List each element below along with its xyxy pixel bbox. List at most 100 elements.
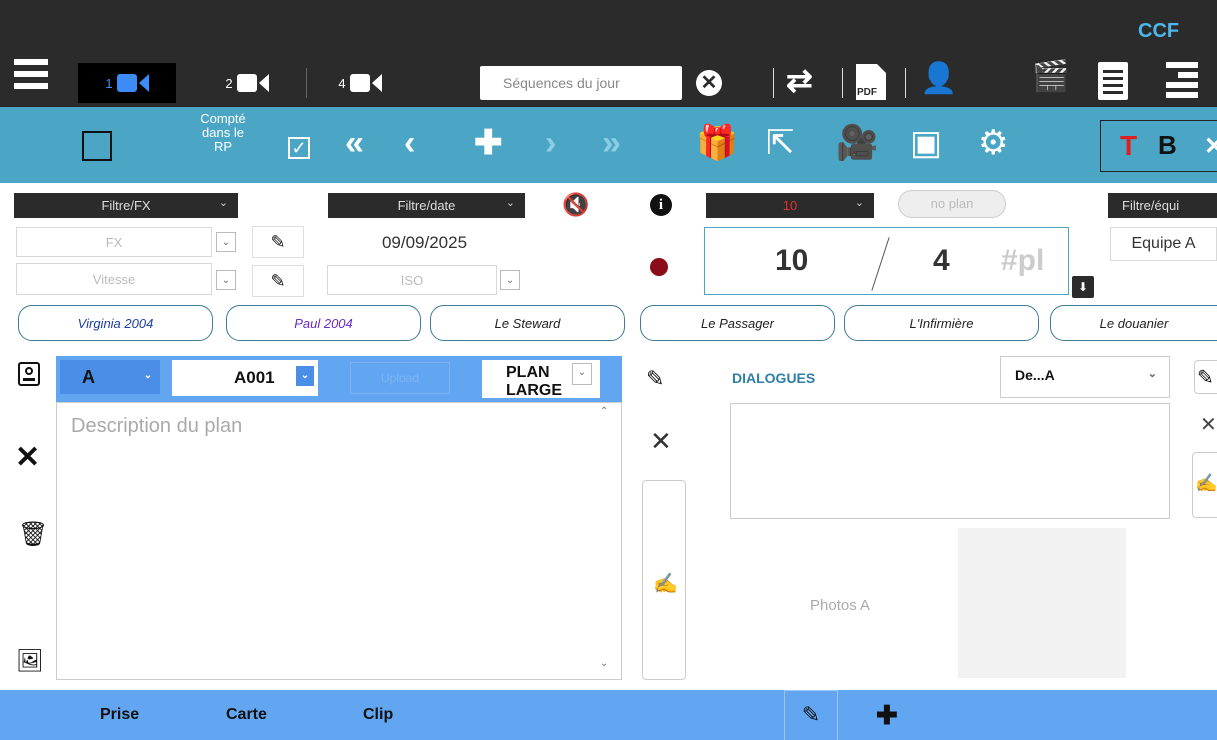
no-plan-button[interactable]: no plan [898, 190, 1006, 218]
character-steward[interactable]: Le Steward [430, 305, 625, 341]
swap-icon[interactable]: ⇄ [786, 64, 813, 96]
character-douanier[interactable]: Le douanier [1050, 305, 1217, 341]
camera-1-number: 1 [105, 75, 113, 91]
counter-value-a: 10 [775, 244, 809, 277]
record-icon[interactable] [650, 258, 668, 276]
clapperboard-icon[interactable]: 🎬 [1032, 62, 1069, 92]
scroll-up-icon[interactable]: ⌃ [600, 406, 608, 417]
clear-dialogue-icon[interactable]: ✕ [1200, 412, 1217, 437]
contact-card-icon[interactable] [18, 362, 40, 386]
plan-counter: 10 4 #pl [704, 227, 1069, 295]
chevron-down-icon: ⌄ [854, 197, 864, 209]
trash-icon[interactable]: 🗑 [18, 520, 48, 549]
menu-icon[interactable] [14, 56, 54, 96]
next-icon[interactable]: › [545, 126, 556, 160]
character-passager[interactable]: Le Passager [640, 305, 835, 341]
gift-icon[interactable]: 🎁 [696, 126, 738, 160]
dialogue-range-select[interactable]: De...A ⌄ [1000, 356, 1170, 398]
clear-search-icon[interactable]: ✕ [696, 70, 722, 96]
clip-tab[interactable]: Clip [363, 706, 393, 724]
character-paul[interactable]: Paul 2004 [226, 305, 421, 341]
sequences-search-input[interactable]: Séquences du jour [480, 66, 682, 100]
video-camera-icon [116, 74, 137, 92]
pdf-icon[interactable]: PDF [856, 64, 886, 100]
edit-take-icon[interactable]: ✎ [784, 690, 838, 740]
edit-dialogue-icon[interactable]: ✎ [1194, 360, 1217, 394]
divider [905, 68, 906, 98]
close-icon[interactable]: ✕ [15, 440, 40, 475]
scroll-down-icon[interactable]: ⌄ [600, 658, 608, 669]
counter-slash [871, 237, 890, 291]
plan-type-select[interactable]: ⌄ [572, 363, 592, 385]
add-icon[interactable]: ✚ [474, 126, 503, 160]
align-right-icon[interactable] [1160, 60, 1200, 100]
dialogue-textarea[interactable] [730, 403, 1170, 519]
vitesse-field[interactable]: Vitesse [16, 263, 212, 295]
chevron-down-icon: ⌄ [218, 197, 228, 209]
user-settings-icon[interactable]: 👤 [920, 64, 957, 94]
close-format-icon[interactable]: ✕ [1204, 132, 1217, 161]
mute-icon[interactable]: 🔇 [562, 192, 589, 218]
iso-field[interactable]: ISO [327, 265, 497, 295]
plan-letter: A [82, 367, 95, 387]
description-placeholder: Description du plan [71, 415, 243, 437]
first-icon[interactable]: « [345, 126, 364, 160]
fx-select-button[interactable]: ⌄ [216, 232, 236, 252]
divider [306, 68, 307, 98]
fx-filter-dropdown[interactable]: Filtre/FX ⌄ [14, 193, 238, 218]
number-filter-label: 10 [782, 198, 798, 213]
last-icon[interactable]: » [602, 126, 621, 160]
info-icon[interactable]: i [650, 194, 672, 216]
edit-plan-icon[interactable]: ✎ [646, 366, 664, 392]
counter-value-b: 4 [933, 244, 950, 277]
settings-gear-icon[interactable]: ⚙ [978, 126, 1008, 160]
vitesse-select-button[interactable]: ⌄ [216, 270, 236, 290]
camera-2-button[interactable]: 2 [212, 63, 282, 103]
image-icon[interactable]: 🖼 [16, 648, 44, 674]
equipe-field[interactable]: Equipe A [1110, 227, 1217, 261]
date-field[interactable]: 09/09/2025 [327, 227, 522, 259]
character-virginia[interactable]: Virginia 2004 [18, 305, 213, 341]
divider [773, 68, 774, 98]
iso-select-button[interactable]: ⌄ [500, 270, 520, 290]
plan-letter-select[interactable]: A ⌄ [60, 360, 160, 394]
previous-icon[interactable]: ‹ [404, 126, 415, 160]
compte-checkbox[interactable]: ✓ [288, 137, 310, 159]
bold-button[interactable]: B [1158, 130, 1177, 161]
compte-line-3: RP [213, 139, 233, 154]
clear-plan-icon[interactable]: ✕ [650, 426, 672, 457]
camera-1-button[interactable]: 1 [78, 63, 176, 103]
export-icon[interactable]: ⇱ [766, 126, 795, 160]
equipe-filter-dropdown[interactable]: Filtre/équi [1108, 193, 1217, 218]
fx-filter-label: Filtre/FX [101, 198, 151, 213]
camera-4-button[interactable]: 4 [325, 63, 395, 103]
fx-field[interactable]: FX [16, 227, 212, 257]
signature-box[interactable]: ✍ [642, 480, 686, 680]
app-label: CCF [1138, 20, 1180, 42]
counter-down-arrow[interactable]: ⬇ [1072, 276, 1094, 298]
contact-icon[interactable]: ▣ [910, 126, 942, 160]
text-color-button[interactable]: T [1120, 130, 1137, 162]
photos-label: Photos A [810, 597, 871, 614]
upload-button[interactable]: Upload [350, 362, 450, 394]
photo-placeholder[interactable] [958, 528, 1126, 678]
description-textarea[interactable]: Description du plan [56, 402, 622, 680]
carte-tab[interactable]: Carte [226, 706, 267, 724]
camera-4-number: 4 [338, 75, 346, 91]
divider [842, 68, 843, 98]
add-take-icon[interactable]: ✚ [876, 700, 898, 731]
edit-vitesse-icon[interactable]: ✎ [252, 265, 304, 297]
prise-tab[interactable]: Prise [100, 706, 139, 724]
bottom-bar [0, 690, 1217, 740]
edit-fx-icon[interactable]: ✎ [252, 226, 304, 258]
dialogue-signature-box[interactable]: ✍ [1192, 452, 1217, 518]
chevron-down-icon: ⌄ [505, 197, 515, 209]
document-list-icon[interactable] [1098, 62, 1128, 100]
camera-icon[interactable]: 🎥 [836, 126, 878, 160]
plan-code-field[interactable]: A001 ⌄ [172, 360, 318, 396]
character-infirmiere[interactable]: L'Infirmière [844, 305, 1039, 341]
select-checkbox[interactable] [82, 131, 112, 161]
date-filter-dropdown[interactable]: Filtre/date ⌄ [328, 193, 525, 218]
number-filter-dropdown[interactable]: 10 ⌄ [706, 193, 874, 218]
dialogue-range: De...A [1015, 367, 1055, 383]
